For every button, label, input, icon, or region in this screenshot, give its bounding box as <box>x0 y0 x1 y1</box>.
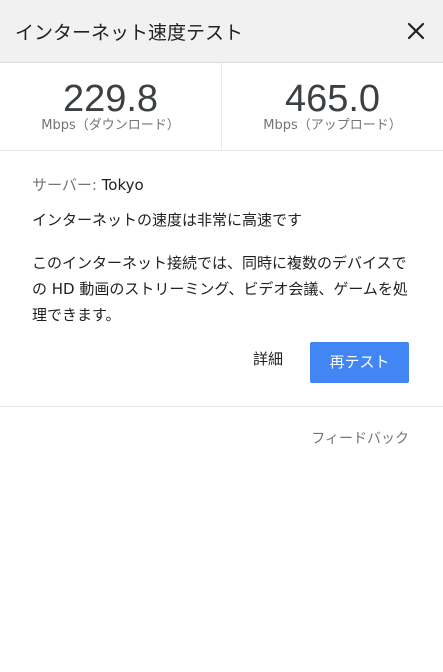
upload-speed-unit: Mbps（アップロード） <box>263 118 402 133</box>
feedback-link[interactable]: フィードバック <box>311 429 409 449</box>
retest-button[interactable]: 再テスト <box>310 342 409 383</box>
server-label: サーバー: <box>32 176 97 194</box>
server-value: Tokyo <box>101 176 144 194</box>
server-line: サーバー: Tokyo <box>32 175 144 195</box>
speed-description: このインターネット接続では、同時に複数のデバイスでの HD 動画のストリーミング… <box>32 254 408 324</box>
speed-rating: インターネットの速度は非常に高速です <box>32 211 303 229</box>
header: インターネット速度テスト <box>0 0 443 63</box>
download-speed-value: 229.8 <box>62 78 159 120</box>
download-speed-unit: Mbps（ダウンロード） <box>41 118 180 133</box>
download-result: 229.8 Mbps（ダウンロード） <box>0 63 221 150</box>
close-icon <box>407 22 425 40</box>
upload-result: 465.0 Mbps（アップロード） <box>221 63 443 150</box>
panel-title: インターネット速度テスト <box>15 22 244 44</box>
speed-test-panel: インターネット速度テスト 229.8 Mbps（ダウンロード） 465.0 Mb… <box>0 0 443 672</box>
close-button[interactable] <box>399 14 433 48</box>
speed-results: 229.8 Mbps（ダウンロード） 465.0 Mbps（アップロード） <box>0 63 443 151</box>
details-button[interactable]: 詳細 <box>244 341 292 377</box>
result-info: サーバー: Tokyo インターネットの速度は非常に高速です このインターネット… <box>0 151 443 407</box>
upload-speed-value: 465.0 <box>284 78 381 120</box>
